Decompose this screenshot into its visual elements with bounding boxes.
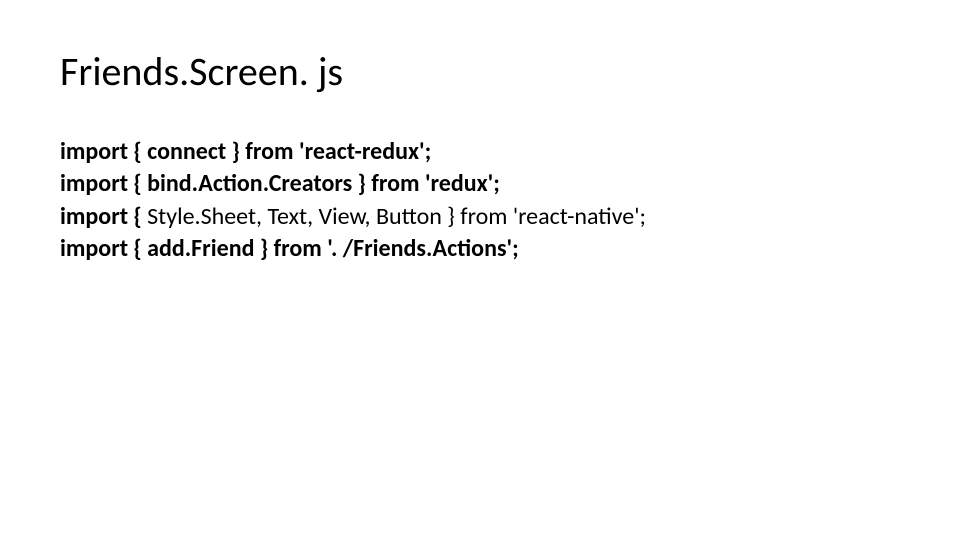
code-text-bold: import { bbox=[60, 202, 147, 231]
code-block: import { connect } from 'react-redux'; i… bbox=[60, 136, 900, 266]
code-line-1: import { connect } from 'react-redux'; bbox=[60, 136, 900, 168]
code-line-3: import { Style.Sheet, Text, View, Button… bbox=[60, 201, 900, 233]
page-title: Friends.Screen. js bbox=[60, 48, 900, 96]
code-text: Style.Sheet, Text, View, Button } from '… bbox=[147, 202, 646, 231]
code-text-bold: import { add.Friend } from '. /Friends.A… bbox=[60, 234, 519, 263]
code-text-bold: import { bind.Action.Creators } from 're… bbox=[60, 169, 500, 198]
code-line-4: import { add.Friend } from '. /Friends.A… bbox=[60, 233, 900, 265]
slide-content: Friends.Screen. js import { connect } fr… bbox=[0, 0, 960, 266]
code-text-bold: import { connect } from 'react-redux'; bbox=[60, 137, 431, 166]
code-line-2: import { bind.Action.Creators } from 're… bbox=[60, 168, 900, 200]
